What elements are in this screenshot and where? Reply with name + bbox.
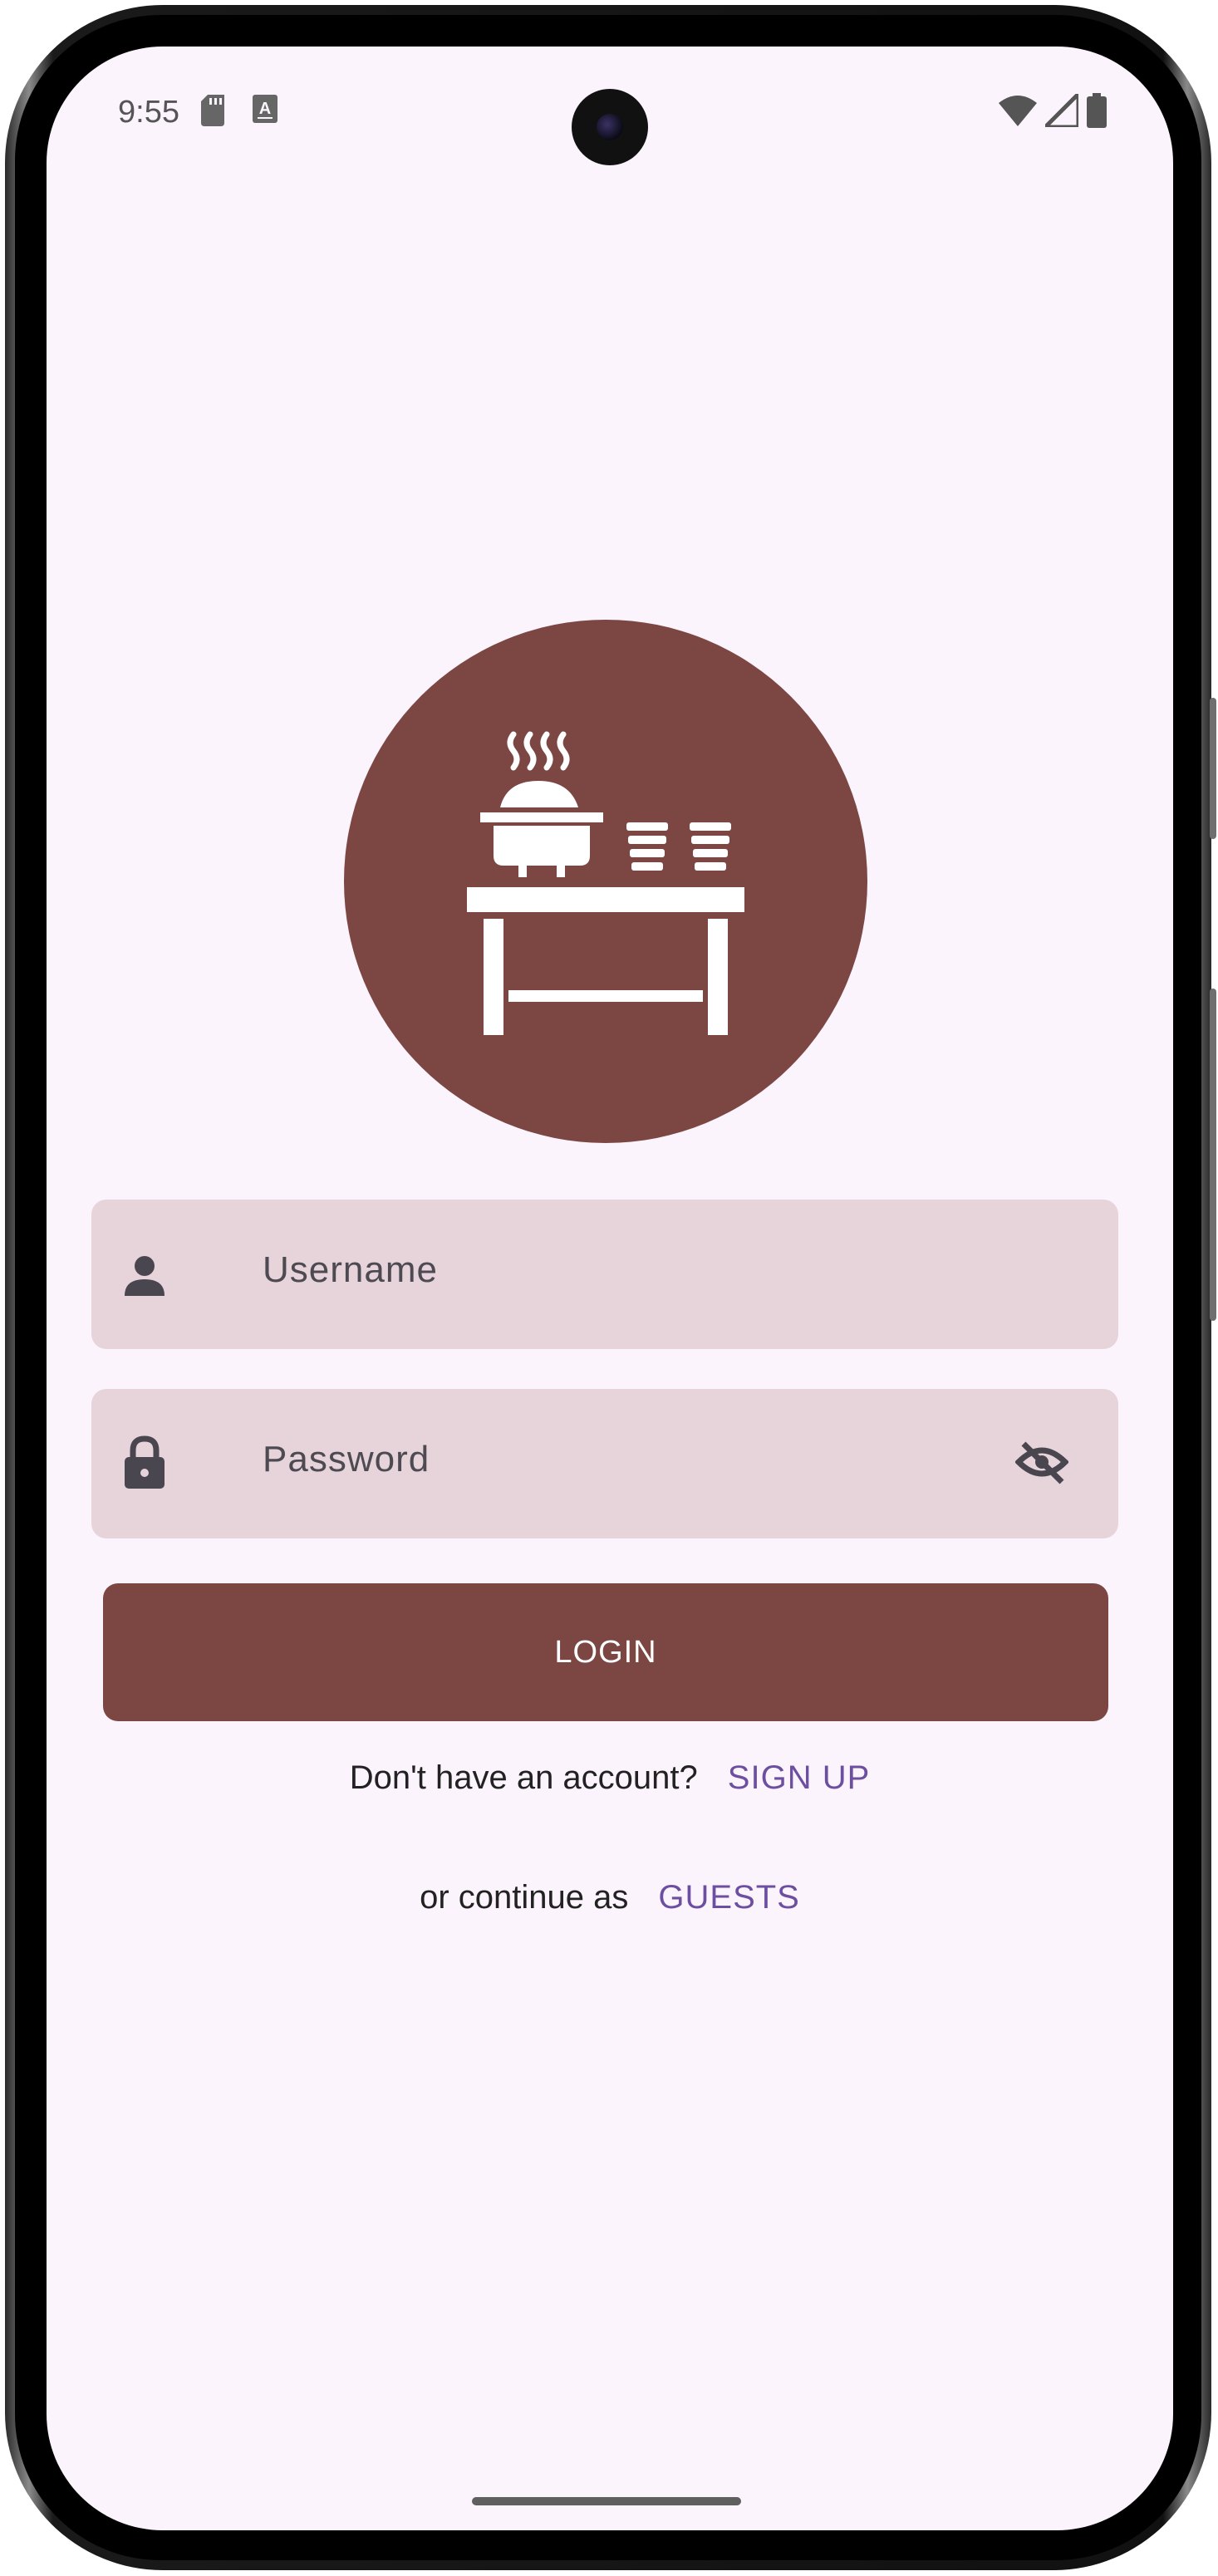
svg-text:A: A (259, 100, 271, 118)
font-a-icon: A (253, 95, 277, 127)
front-camera (572, 89, 648, 165)
password-field[interactable]: Password (91, 1389, 1118, 1538)
power-button (1210, 698, 1216, 839)
sd-card-icon (201, 95, 224, 130)
lock-icon (121, 1435, 168, 1494)
login-button[interactable]: LOGIN (103, 1583, 1108, 1721)
status-time: 9:55 (118, 95, 179, 130)
home-indicator[interactable] (472, 2497, 741, 2505)
battery-icon (1087, 93, 1107, 132)
guest-prompt: or continue as (420, 1879, 629, 1916)
visibility-off-icon[interactable] (1014, 1439, 1069, 1489)
username-field[interactable]: Username (91, 1200, 1118, 1349)
guests-link[interactable]: GUESTS (658, 1879, 799, 1916)
guest-row: or continue as GUESTS (47, 1879, 1173, 1916)
signup-prompt: Don't have an account? (349, 1759, 698, 1796)
person-icon (121, 1253, 168, 1303)
volume-button (1210, 989, 1216, 1321)
signup-row: Don't have an account? SIGN UP (47, 1759, 1173, 1797)
app-logo (344, 620, 867, 1143)
signup-link[interactable]: SIGN UP (728, 1759, 870, 1797)
buffet-table-icon (467, 731, 744, 1035)
phone-device: 9:55 A Username Password LOGIN Don't hav… (0, 0, 1218, 2576)
app-screen: 9:55 A Username Password LOGIN Don't hav… (47, 47, 1173, 2530)
password-placeholder: Password (263, 1439, 430, 1479)
username-placeholder: Username (263, 1249, 438, 1290)
wifi-icon (999, 95, 1037, 130)
status-icons (999, 88, 1107, 132)
signal-icon (1039, 88, 1081, 131)
